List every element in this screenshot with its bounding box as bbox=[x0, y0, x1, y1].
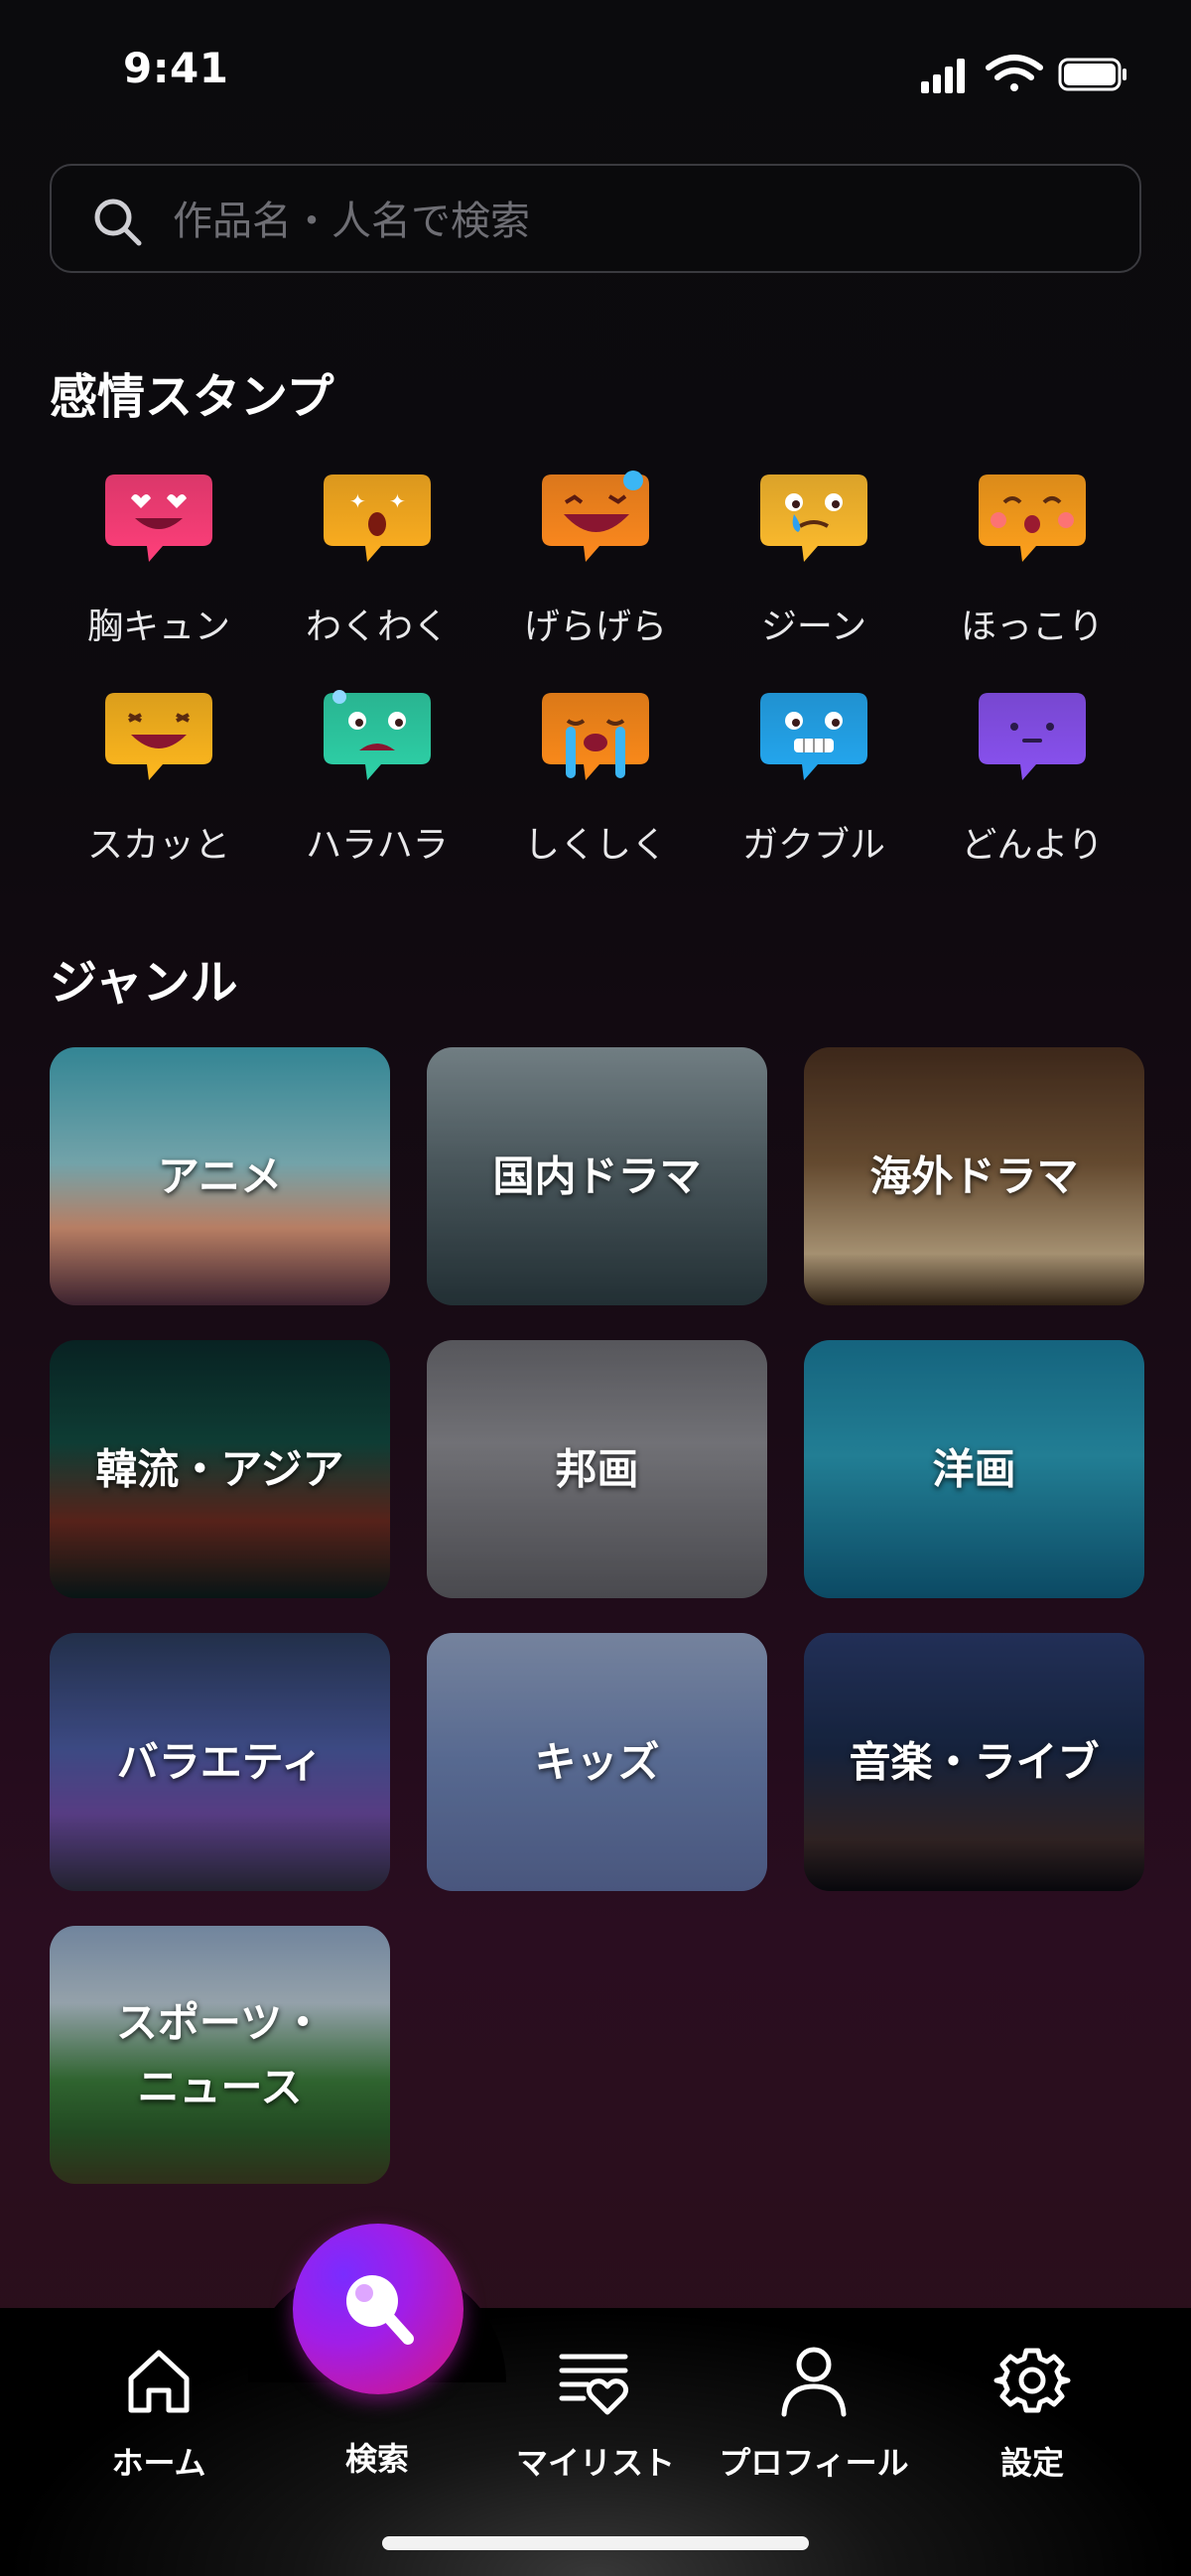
genre-tile[interactable]: 邦画 bbox=[427, 1340, 767, 1598]
battery-icon bbox=[1058, 58, 1126, 91]
stamp-label: ガクブル bbox=[741, 825, 885, 866]
shivering-face-icon bbox=[760, 693, 867, 780]
stamp-label: ハラハラ bbox=[306, 825, 449, 866]
svg-text:✦: ✦ bbox=[389, 489, 406, 513]
svg-text:✦: ✦ bbox=[349, 489, 366, 513]
stamp-item[interactable]: どんより bbox=[933, 685, 1131, 868]
tab-home-label: ホーム bbox=[111, 2444, 206, 2482]
tab-search-label: 検索 bbox=[344, 2440, 409, 2478]
refreshed-grin-face-icon bbox=[105, 693, 212, 780]
home-icon bbox=[128, 2350, 190, 2413]
genre-tile[interactable]: 洋画 bbox=[804, 1340, 1144, 1598]
stamp-item[interactable]: げらげら bbox=[496, 467, 695, 649]
stamp-item[interactable]: ハラハラ bbox=[278, 685, 476, 868]
genre-tile-label: スポーツ・ ニュース bbox=[115, 1997, 325, 2111]
genre-tile[interactable]: キッズ bbox=[427, 1633, 767, 1891]
genre-tile-label: アニメ bbox=[157, 1152, 283, 1201]
status-time: 9:41 bbox=[123, 44, 229, 92]
stamp-label: どんより bbox=[961, 825, 1104, 866]
tab-home[interactable]: ホーム bbox=[60, 2341, 258, 2484]
stamp-item[interactable]: ガクブル bbox=[715, 685, 913, 868]
search-fab-button[interactable] bbox=[293, 2224, 463, 2394]
genre-tile[interactable]: バラエティ bbox=[50, 1633, 390, 1891]
genre-tile[interactable]: 韓流・アジア bbox=[50, 1340, 390, 1598]
gloomy-face-icon bbox=[979, 693, 1086, 780]
nervous-face-icon bbox=[324, 690, 431, 780]
genre-tile[interactable]: 国内ドラマ bbox=[427, 1047, 767, 1305]
tab-search[interactable]: 検索 bbox=[278, 2434, 476, 2480]
laughing-face-icon bbox=[542, 471, 649, 562]
genre-tile-label: キッズ bbox=[534, 1737, 660, 1787]
status-icons bbox=[921, 55, 1126, 93]
stamp-label: ほっこり bbox=[960, 607, 1104, 647]
genre-tile-label: 洋画 bbox=[932, 1444, 1016, 1494]
genre-tile-label: 国内ドラマ bbox=[492, 1152, 702, 1201]
genre-tile[interactable]: アニメ bbox=[50, 1047, 390, 1305]
search-magnifier-icon bbox=[346, 2275, 414, 2345]
genre-tile-label: 韓流・アジア bbox=[95, 1444, 344, 1494]
genre-tile[interactable]: 海外ドラマ bbox=[804, 1047, 1144, 1305]
crying-face-icon bbox=[542, 693, 649, 780]
genre-tile-label: 邦画 bbox=[555, 1444, 639, 1494]
stamp-item[interactable]: ジーン bbox=[715, 467, 913, 649]
touched-tear-face-icon bbox=[760, 475, 867, 562]
stamp-label: ジーン bbox=[760, 607, 867, 647]
tab-settings[interactable]: 設定 bbox=[933, 2341, 1131, 2484]
home-indicator bbox=[382, 2536, 809, 2550]
search-bar[interactable] bbox=[50, 164, 1141, 273]
stamp-item[interactable]: スカッと bbox=[60, 685, 258, 868]
cellular-signal-icon bbox=[921, 59, 965, 93]
genre-tile[interactable]: 音楽・ライブ bbox=[804, 1633, 1144, 1891]
search-input[interactable] bbox=[171, 186, 1108, 257]
stamp-label: 胸キュン bbox=[86, 607, 230, 647]
tab-profile[interactable]: プロフィール bbox=[715, 2341, 913, 2484]
warm-blush-face-icon bbox=[979, 475, 1086, 562]
tab-mylist-label: マイリスト bbox=[515, 2444, 675, 2482]
gear-icon bbox=[993, 2348, 1071, 2413]
genre-tile-label: 海外ドラマ bbox=[869, 1152, 1079, 1201]
genre-tile-label: バラエティ bbox=[116, 1737, 324, 1787]
stamp-label: わくわく bbox=[305, 607, 449, 647]
tab-settings-label: 設定 bbox=[999, 2444, 1064, 2482]
excited-face-icon: ✦ ✦ bbox=[324, 475, 431, 562]
heart-eyes-face-icon bbox=[105, 475, 212, 562]
stamp-label: げらげら bbox=[523, 607, 667, 647]
stamps-section-title: 感情スタンプ bbox=[50, 369, 334, 425]
stamp-item[interactable]: しくしく bbox=[496, 685, 695, 868]
stamp-item[interactable]: ✦ ✦ わくわく bbox=[278, 467, 476, 649]
stamp-label: スカッと bbox=[86, 825, 230, 866]
genre-tile-label: 音楽・ライブ bbox=[849, 1737, 1100, 1787]
mylist-heart-icon bbox=[559, 2354, 629, 2415]
stamp-item[interactable]: 胸キュン bbox=[60, 467, 258, 649]
tab-profile-label: プロフィール bbox=[719, 2444, 909, 2482]
tab-mylist[interactable]: マイリスト bbox=[496, 2341, 695, 2484]
stamp-label: しくしく bbox=[523, 825, 667, 866]
genre-tile[interactable]: スポーツ・ ニュース bbox=[50, 1926, 390, 2184]
profile-icon bbox=[781, 2347, 847, 2417]
wifi-icon bbox=[986, 55, 1043, 91]
search-icon bbox=[94, 199, 142, 246]
stamp-item[interactable]: ほっこり bbox=[933, 467, 1131, 649]
genres-section-title: ジャンル bbox=[50, 955, 238, 1011]
